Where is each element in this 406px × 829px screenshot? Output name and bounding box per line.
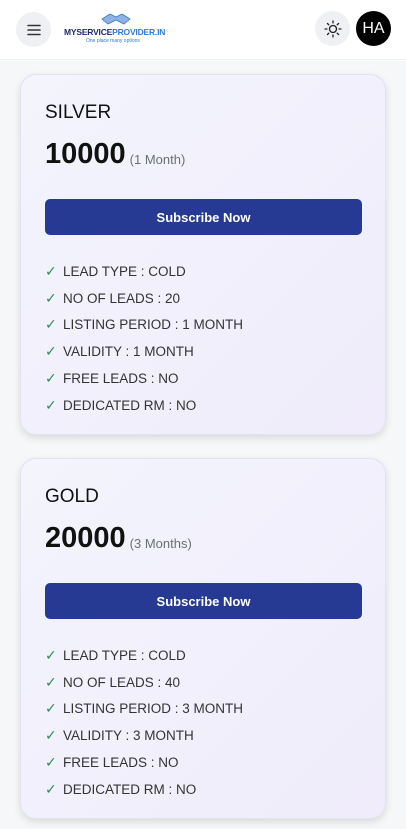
hamburger-menu-icon: [26, 24, 41, 35]
feature-text: LEAD TYPE : COLD: [63, 647, 186, 663]
check-icon: ✓: [45, 289, 57, 306]
check-icon: ✓: [45, 780, 57, 797]
check-icon: ✓: [45, 673, 57, 690]
feature-item: ✓ FREE LEADS : NO: [45, 365, 361, 392]
feature-text: NO OF LEADS : 40: [63, 674, 181, 690]
feature-item: ✓ FREE LEADS : NO: [45, 749, 361, 776]
feature-item: ✓ VALIDITY : 1 MONTH: [45, 338, 361, 365]
check-icon: ✓: [45, 700, 57, 717]
check-icon: ✓: [45, 316, 57, 333]
logo-wordmark-part-2: PROVIDER.IN: [112, 27, 166, 37]
logo-tagline: One place many options: [86, 38, 140, 44]
check-icon: ✓: [45, 727, 57, 744]
site-logo[interactable]: MYSERVICEPROVIDER.IN One place many opti…: [64, 11, 174, 47]
plan-features: ✓ LEAD TYPE : COLD ✓ NO OF LEADS : 40 ✓ LIS…: [45, 642, 361, 803]
plan-card-silver: SILVER 10000 (1 Month) Subscribe Now ✓ LE…: [20, 74, 386, 435]
top-app-bar: MYSERVICEPROVIDER.IN One place many opti…: [0, 0, 406, 60]
plan-price: 20000: [45, 522, 126, 554]
feature-text: FREE LEADS : NO: [63, 755, 179, 771]
check-icon: ✓: [45, 370, 57, 387]
feature-text: VALIDITY : 3 MONTH: [63, 728, 194, 744]
feature-text: LEAD TYPE : COLD: [63, 263, 186, 279]
feature-text: DEDICATED RM : NO: [63, 781, 197, 797]
logo-wordmark-part-1: MYSERVICE: [64, 27, 113, 37]
plan-features: ✓ LEAD TYPE : COLD ✓ NO OF LEADS : 20 ✓ LIS…: [45, 258, 361, 419]
check-icon: ✓: [45, 343, 57, 360]
feature-item: ✓ LEAD TYPE : COLD: [45, 642, 361, 669]
feature-item: ✓ NO OF LEADS : 40: [45, 669, 361, 696]
theme-toggle-button[interactable]: [315, 11, 350, 46]
feature-item: ✓ DEDICATED RM : NO: [45, 392, 361, 419]
subscribe-button[interactable]: Subscribe Now: [45, 583, 362, 619]
plan-name: SILVER: [45, 102, 112, 123]
feature-text: DEDICATED RM : NO: [63, 397, 197, 413]
feature-item: ✓ DEDICATED RM : NO: [45, 776, 361, 803]
check-icon: ✓: [45, 646, 57, 663]
plan-name: GOLD: [45, 486, 99, 507]
feature-item: ✓ NO OF LEADS : 20: [45, 285, 361, 312]
plan-price-row: 10000 (1 Month): [45, 135, 361, 171]
feature-text: LISTING PERIOD : 3 MONTH: [63, 701, 244, 717]
menu-button[interactable]: [16, 12, 51, 47]
scrollbar-track[interactable]: [400, 61, 406, 829]
feature-text: NO OF LEADS : 20: [63, 290, 181, 306]
feature-item: ✓ LISTING PERIOD : 3 MONTH: [45, 696, 361, 723]
plan-price-row: 20000 (3 Months): [45, 519, 361, 555]
feature-text: LISTING PERIOD : 1 MONTH: [63, 317, 244, 333]
plan-duration: (3 Months): [129, 536, 192, 551]
plan-duration: (1 Month): [129, 152, 186, 167]
check-icon: ✓: [45, 396, 57, 413]
subscribe-button[interactable]: Subscribe Now: [45, 199, 362, 235]
feature-text: VALIDITY : 1 MONTH: [63, 344, 194, 360]
feature-item: ✓ VALIDITY : 3 MONTH: [45, 722, 361, 749]
plan-card-gold: GOLD 20000 (3 Months) Subscribe Now ✓ LEA…: [20, 458, 386, 819]
handshake-logo-icon: [101, 13, 131, 25]
check-icon: ✓: [45, 262, 57, 279]
user-avatar[interactable]: HA: [356, 11, 391, 46]
feature-text: FREE LEADS : NO: [63, 371, 179, 387]
feature-item: ✓ LISTING PERIOD : 1 MONTH: [45, 312, 361, 339]
check-icon: ✓: [45, 754, 57, 771]
plans-list: SILVER 10000 (1 Month) Subscribe Now ✓ LE…: [0, 61, 406, 829]
sun-icon: [323, 19, 342, 38]
feature-item: ✓ LEAD TYPE : COLD: [45, 258, 361, 285]
logo-wordmark: MYSERVICEPROVIDER.IN: [64, 27, 165, 37]
plan-price: 10000: [45, 138, 126, 170]
